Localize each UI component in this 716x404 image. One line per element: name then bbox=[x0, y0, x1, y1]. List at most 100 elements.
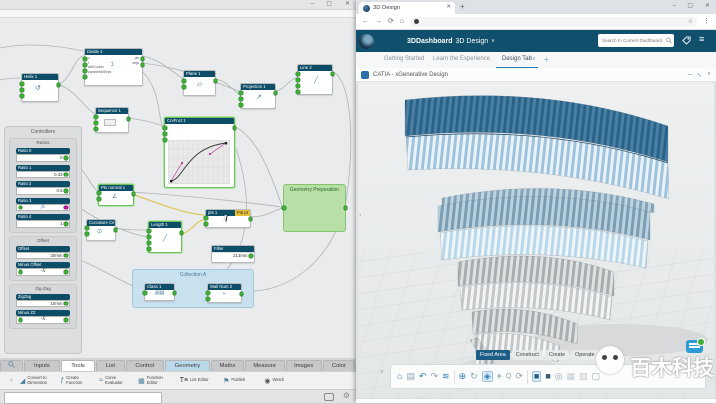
grid-icon[interactable]: ▦ bbox=[567, 372, 576, 381]
slider-value[interactable]: 0.33 bbox=[54, 172, 62, 178]
address-bar[interactable]: ☆ bbox=[410, 17, 697, 27]
3ds-compass-logo[interactable] bbox=[359, 34, 374, 49]
tab-close-icon[interactable]: ✕ bbox=[446, 5, 451, 11]
slider-ratio-3[interactable]: Ratio 3 fx bbox=[16, 198, 70, 212]
function-editor-button[interactable]: ▦Function Editor bbox=[138, 376, 173, 385]
chat-bubble-icon[interactable] bbox=[324, 393, 334, 401]
maximize-button[interactable]: ▢ bbox=[326, 0, 332, 9]
tag-icon[interactable] bbox=[682, 36, 691, 45]
render-style-icon[interactable]: ◎ bbox=[555, 372, 563, 381]
chevron-down-icon[interactable]: ∨ bbox=[532, 52, 536, 67]
search-tab[interactable] bbox=[0, 360, 23, 371]
node-sequence[interactable]: Sequence 1 bbox=[95, 107, 129, 133]
view-cube-icon[interactable]: ◈ bbox=[482, 371, 493, 382]
convert-to-dimension-button[interactable]: ◢Convert to Dimension bbox=[20, 376, 53, 385]
slider-ratio-4[interactable]: Ratio 4 1 bbox=[16, 214, 70, 228]
search-3d-icon[interactable]: Q bbox=[506, 373, 511, 380]
slider-value[interactable]: 1 bbox=[60, 221, 62, 227]
section-icon[interactable]: ▧ bbox=[579, 372, 588, 381]
tab-tools[interactable]: Tools bbox=[61, 360, 95, 371]
node-crvfnct[interactable]: CrvFnct 1 bbox=[164, 117, 235, 188]
undo-icon[interactable]: ↶ bbox=[419, 372, 427, 381]
slider-offset[interactable]: Offset 20mm bbox=[16, 246, 70, 260]
tab-construct[interactable]: Construct bbox=[512, 350, 543, 360]
toggle-dot[interactable] bbox=[249, 254, 253, 258]
orbit-icon[interactable]: ↻ bbox=[470, 372, 478, 381]
sequence-value-chip[interactable] bbox=[104, 119, 116, 126]
gear-icon[interactable]: ⚙ bbox=[343, 391, 350, 400]
slider-ratio-0[interactable]: Ratio 0 0 bbox=[16, 148, 70, 162]
tab-inputs[interactable]: Inputs bbox=[24, 360, 60, 371]
redo-icon[interactable]: ↷ bbox=[431, 372, 439, 381]
dashboard-search[interactable] bbox=[598, 34, 674, 47]
slider-value[interactable]: 0 bbox=[60, 155, 62, 161]
node-class1[interactable]: Class 1 ▤▤ bbox=[144, 283, 175, 301]
list-editor-button[interactable]: T≡List Editor bbox=[180, 377, 216, 384]
dashboard-app-name[interactable]: 3D Design bbox=[456, 38, 489, 45]
node-filter[interactable]: Filter 213mm bbox=[211, 245, 255, 263]
slider-value[interactable]: 10mm bbox=[51, 301, 63, 307]
turntable-icon[interactable]: ⟳ bbox=[515, 372, 523, 381]
curve-function-graph[interactable] bbox=[168, 140, 230, 184]
slider-ratio-2[interactable]: Ratio 2 0.5 bbox=[16, 181, 70, 195]
slider-formula[interactable]: fx bbox=[24, 205, 63, 211]
browser-tab[interactable]: 3D Design ✕ bbox=[359, 2, 455, 14]
browser-menu-icon[interactable]: ⋮ bbox=[703, 18, 710, 25]
tab-images[interactable]: Images bbox=[286, 360, 322, 371]
slider-minus-zz[interactable]: Minus ZZ -X bbox=[16, 310, 70, 324]
curve-evaluator-button[interactable]: ≈Curve Evaluator bbox=[99, 376, 131, 385]
browser-minimize-button[interactable]: – bbox=[673, 0, 676, 13]
model-tree-icon[interactable]: ▤ bbox=[406, 372, 415, 381]
slider-formula[interactable]: -X bbox=[24, 317, 63, 323]
new-tab-button[interactable]: + bbox=[460, 3, 465, 11]
3d-viewport[interactable]: › Fixed Area Construct Create Operate Vi… bbox=[358, 82, 714, 398]
tab-view[interactable]: View bbox=[601, 350, 621, 360]
node-helix[interactable]: Helix 1 ↺ bbox=[21, 73, 59, 102]
status-input[interactable] bbox=[4, 392, 162, 404]
node-divide[interactable]: Divide 1 c t withCounts parametricSteps … bbox=[84, 48, 143, 86]
tab-create[interactable]: Create bbox=[545, 350, 569, 360]
dashboard-search-input[interactable] bbox=[600, 37, 666, 44]
home-icon[interactable]: ⌂ bbox=[400, 18, 404, 25]
pan-icon[interactable]: + bbox=[497, 372, 502, 381]
back-icon[interactable]: ← bbox=[362, 18, 369, 25]
collapse-chevron-icon[interactable]: ˅ bbox=[10, 378, 13, 384]
bounding-box-icon[interactable]: ▢ bbox=[592, 372, 601, 381]
dark-cube-icon[interactable]: ■ bbox=[545, 372, 550, 381]
publish-button[interactable]: ⚑Publish bbox=[223, 377, 257, 385]
zoom-icon[interactable]: ⊕ bbox=[459, 372, 467, 381]
stream-icon[interactable]: ≋ bbox=[442, 372, 450, 381]
tab-fixed-area[interactable]: Fixed Area bbox=[476, 350, 510, 360]
slider-formula[interactable]: -X bbox=[24, 269, 63, 275]
node-graph-canvas[interactable]: Helix 1 ↺ Divide 1 c t withCounts parame… bbox=[0, 18, 356, 358]
browser-close-button[interactable]: ✕ bbox=[705, 0, 710, 13]
group-geometry-preparation[interactable]: Geometry Preparation bbox=[283, 184, 346, 232]
tab-color[interactable]: Color bbox=[323, 360, 355, 371]
tab-list[interactable]: List bbox=[96, 360, 125, 371]
slider-value[interactable]: 0.5 bbox=[57, 188, 63, 194]
hamburger-menu-icon[interactable]: ≡ bbox=[699, 34, 704, 44]
tab-measure[interactable]: Measure bbox=[245, 360, 285, 371]
filter-value[interactable]: 213mm bbox=[233, 253, 247, 259]
widget-expand-icon[interactable]: ↔ bbox=[695, 70, 705, 80]
tab-geometry[interactable]: Geometry bbox=[165, 360, 211, 371]
controllers-panel[interactable]: Controllers Ratios Ratio 0 0 Ratio 1 0.3… bbox=[4, 126, 82, 354]
browser-maximize-button[interactable]: ▢ bbox=[687, 0, 693, 13]
site-info-icon[interactable] bbox=[414, 19, 419, 24]
slider-ratio-1[interactable]: Ratio 1 0.33 bbox=[16, 165, 70, 179]
group-collection-a[interactable]: Collection A Class 1 ▤▤ Wall Num 2 ➣ bbox=[132, 269, 254, 308]
bookmark-star-icon[interactable]: ☆ bbox=[688, 19, 693, 25]
chevron-down-icon[interactable]: ∨ bbox=[491, 38, 495, 44]
tab-getting-started[interactable]: Getting Started bbox=[384, 52, 424, 67]
create-function-button[interactable]: ƒCreate Function bbox=[60, 376, 92, 385]
refresh-icon[interactable]: ⟳ bbox=[388, 18, 394, 25]
forward-icon[interactable]: → bbox=[375, 18, 382, 25]
node-plane[interactable]: Plane 1 ▱ bbox=[183, 70, 216, 96]
toolbar-collapse-icon[interactable]: ˅ bbox=[380, 370, 384, 376]
node-pts-normal[interactable]: Pts normal 1 ∠ bbox=[98, 184, 134, 206]
tab-operate[interactable]: Operate bbox=[571, 350, 598, 360]
slider-minus-offset[interactable]: Minus Offset -X bbox=[16, 262, 70, 276]
panel-expand-chevron-icon[interactable]: › bbox=[359, 212, 361, 219]
slider-zigzag[interactable]: ZigZag 10mm bbox=[16, 294, 70, 308]
tab-maths[interactable]: Maths bbox=[211, 360, 243, 371]
